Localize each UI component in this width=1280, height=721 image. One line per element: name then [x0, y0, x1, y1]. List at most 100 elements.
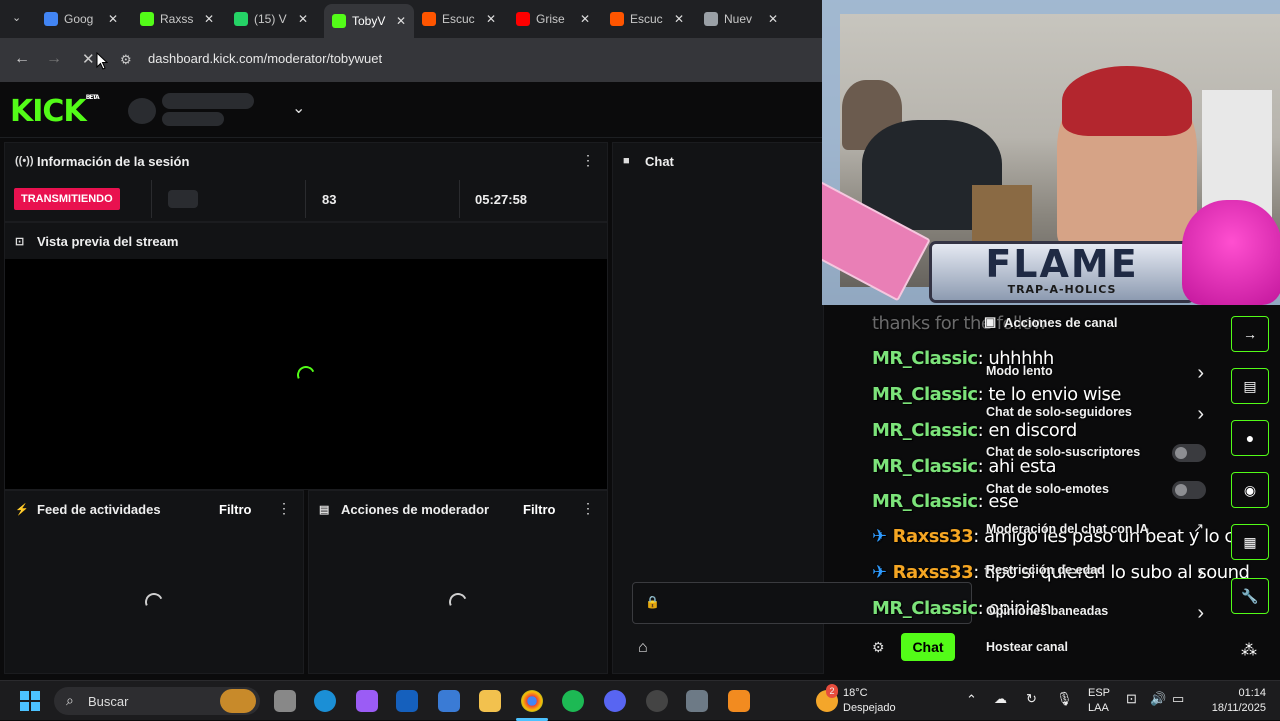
browser-tab[interactable]: Raxss ✕ [140, 6, 214, 32]
chat-username[interactable]: MR_Classic [872, 420, 978, 441]
rail-arrow-icon[interactable]: → [1231, 316, 1269, 352]
url-text[interactable]: dashboard.kick.com/moderator/tobywuet [148, 51, 382, 66]
browser-tab[interactable]: Nuev ✕ [704, 6, 778, 32]
tray-overflow-icon[interactable]: ⌃ [966, 693, 977, 707]
weather-desc[interactable]: Despejado [843, 701, 896, 715]
rail-broadcast-icon[interactable]: ◉ [1231, 472, 1269, 508]
browser-tab[interactable]: Goog ✕ [44, 6, 118, 32]
tab-close-icon[interactable]: ✕ [108, 12, 118, 26]
activity-more-icon[interactable]: ⋮ [277, 500, 291, 517]
file-explorer-icon[interactable] [479, 690, 501, 712]
chat-username[interactable]: MR_Classic [872, 456, 978, 477]
tab-search-chevron-icon[interactable]: ⌄ [12, 11, 21, 24]
channel-action-item[interactable]: Restricción de edad › [978, 561, 1218, 585]
moderator-more-icon[interactable]: ⋮ [581, 500, 595, 517]
browser-tab[interactable]: Escuc ✕ [610, 6, 684, 32]
language-code[interactable]: ESP [1088, 686, 1110, 700]
chat-username[interactable]: Raxss33 [893, 526, 974, 547]
tab-close-icon[interactable]: ✕ [674, 12, 684, 26]
browser-tab[interactable]: (15) V ✕ [234, 6, 308, 32]
obs-icon[interactable] [646, 690, 668, 712]
weather-badge: 2 [826, 684, 838, 698]
language-sub[interactable]: LAA [1088, 701, 1109, 715]
site-settings-icon[interactable]: ⚙ [120, 52, 132, 68]
tab-title: Grise [536, 12, 565, 26]
tab-close-icon[interactable]: ✕ [486, 12, 496, 26]
tab-close-icon[interactable]: ✕ [204, 12, 214, 26]
rail-layout-icon[interactable]: ▦ [1231, 524, 1269, 560]
tray-app-icon[interactable]: ☁ [994, 692, 1007, 706]
channel-action-item[interactable]: Opiniones baneadas › [978, 602, 1218, 626]
kick-logo[interactable]: KICKBETA [10, 94, 100, 129]
chat-bubble-icon: ■ [623, 155, 630, 167]
back-icon[interactable]: ← [14, 50, 30, 68]
channel-action-item[interactable]: Modo lento › [978, 362, 1218, 386]
volume-icon[interactable]: 🔊 [1150, 692, 1166, 706]
channel-action-item[interactable]: Hostear canal [978, 640, 1218, 662]
channel-action-item[interactable]: Chat de solo-emotes [978, 481, 1218, 504]
chat-username[interactable]: MR_Classic [872, 491, 978, 512]
network-icon[interactable]: ⊡ [1126, 692, 1137, 706]
browser-tab[interactable]: Grise ✕ [516, 6, 590, 32]
channel-switch-chevron-icon[interactable]: ⌄ [292, 98, 305, 118]
forward-icon[interactable]: → [46, 50, 62, 68]
chat-send-button[interactable]: Chat [901, 633, 955, 661]
channel-action-label: Opiniones baneadas [986, 604, 1109, 618]
chat-username[interactable]: MR_Classic [872, 598, 978, 619]
tab-close-icon[interactable]: ✕ [396, 14, 406, 28]
browser-tab[interactable]: Escuc ✕ [422, 6, 496, 32]
settings-app-icon[interactable] [686, 690, 708, 712]
fl-studio-icon[interactable] [728, 690, 750, 712]
copilot-icon[interactable] [356, 690, 378, 712]
microphone-icon[interactable]: 🎙 [1056, 692, 1073, 706]
session-more-icon[interactable]: ⋮ [581, 152, 595, 169]
rail-notes-icon[interactable]: ▤ [1231, 368, 1269, 404]
channel-action-item[interactable]: Moderación del chat con IA ↗ [978, 520, 1218, 544]
windows-start-icon[interactable] [20, 691, 40, 711]
weather-temp[interactable]: 18°C [843, 686, 868, 700]
tab-close-icon[interactable]: ✕ [768, 12, 778, 26]
store-app-icon[interactable] [438, 690, 460, 712]
tab-title: Raxss [160, 12, 194, 26]
rail-wrench-icon[interactable]: 🔧 [1231, 578, 1269, 614]
rail-community-icon[interactable]: ⁂ [1241, 640, 1257, 660]
chat-title: Chat [645, 153, 674, 169]
channel-action-item[interactable]: Chat de solo-seguidores › [978, 403, 1218, 427]
discord-icon[interactable] [604, 690, 626, 712]
tab-favicon-icon [422, 12, 436, 26]
stream-uptime: 05:27:58 [475, 191, 528, 207]
stop-loading-icon[interactable]: ✕ [82, 50, 95, 68]
tab-close-icon[interactable]: ✕ [298, 12, 308, 26]
outlook-icon[interactable] [396, 690, 418, 712]
moderator-filter-button[interactable]: Filtro [523, 502, 556, 517]
rail-chat-icon[interactable]: ● [1231, 420, 1269, 456]
webcam-overlay: FLAME TRAP-A-HOLICS [822, 0, 1280, 305]
battery-icon[interactable]: ▭ [1172, 692, 1184, 706]
sync-icon[interactable]: ↻ [1026, 692, 1037, 706]
browser-tab[interactable]: TobyV ✕ [324, 4, 415, 38]
toggle-switch[interactable] [1172, 444, 1206, 462]
activity-feed-panel: ⚡ Feed de actividades Filtro ⋮ [4, 490, 304, 674]
clock-date[interactable]: 18/11/2025 [1196, 701, 1266, 715]
chat-username[interactable]: MR_Classic [872, 348, 978, 369]
chat-username[interactable]: Raxss33 [893, 562, 974, 583]
channel-action-item[interactable]: Chat de solo-suscriptores [978, 444, 1218, 467]
chair [972, 185, 1032, 245]
lock-icon: 🔒 [645, 595, 660, 609]
activity-filter-button[interactable]: Filtro [219, 502, 252, 517]
moderator-actions-panel: ▤ Acciones de moderador Filtro ⋮ [308, 490, 608, 674]
tab-title: TobyV [352, 14, 386, 28]
task-view-icon[interactable] [274, 690, 296, 712]
preview-loading-spinner [294, 363, 318, 387]
chat-settings-icon[interactable]: ⚙ [872, 639, 885, 656]
clock-time[interactable]: 01:14 [1204, 686, 1266, 700]
avatar[interactable] [128, 98, 156, 124]
store-icon[interactable]: ⌂ [638, 639, 648, 657]
tab-close-icon[interactable]: ✕ [580, 12, 590, 26]
toggle-switch[interactable] [1172, 481, 1206, 499]
edge-icon[interactable] [314, 690, 336, 712]
chat-username[interactable]: MR_Classic [872, 384, 978, 405]
spotify-icon[interactable] [562, 690, 584, 712]
chrome-icon[interactable] [521, 690, 543, 712]
taskbar-search[interactable]: ⌕ Buscar [54, 687, 260, 715]
